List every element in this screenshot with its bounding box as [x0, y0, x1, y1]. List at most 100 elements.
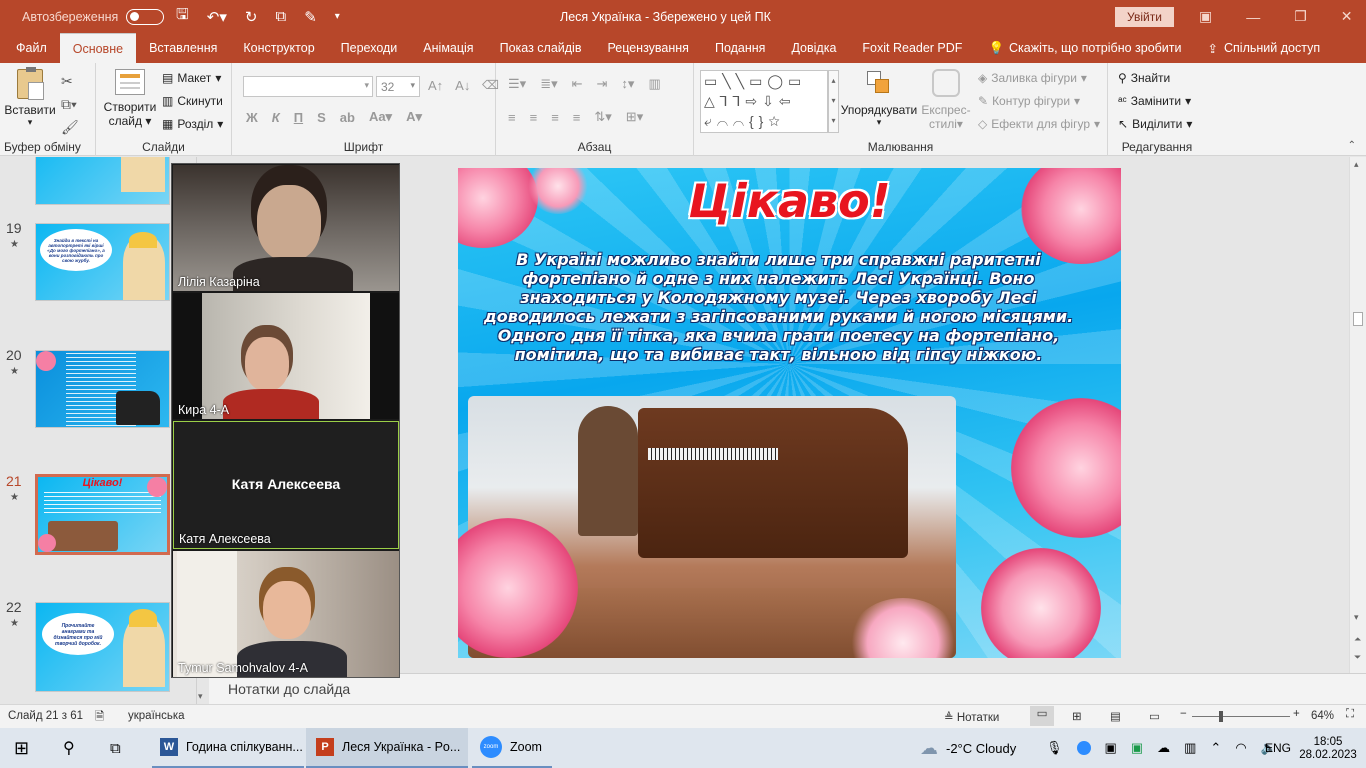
underline-button[interactable]: П	[294, 110, 303, 125]
tab-animations[interactable]: Анімація	[410, 33, 486, 63]
thumbnail-slide-21-selected[interactable]: Цікаво!	[35, 474, 170, 555]
shrink-font-icon[interactable]: A↓	[455, 78, 470, 93]
new-slide-button[interactable]: Створити слайд ▾	[102, 69, 158, 128]
thumbnail-slide-22[interactable]: Прочитайте анаграми та дізнайтеся про мі…	[35, 602, 170, 692]
tab-home[interactable]: Основне	[59, 33, 137, 63]
zoom-out-icon[interactable]: −	[1180, 708, 1187, 720]
text-direction-icon[interactable]: ⇅▾	[594, 109, 611, 125]
shapes-gallery[interactable]: ▭╲╲▭◯▭ △⅂⅂⇨⇩⇦ ⤶⌒⌒{}☆	[700, 70, 828, 133]
quick-styles-button[interactable]: Експрес- стилі▾	[918, 69, 974, 131]
slide-scrollbar[interactable]: ▴ ▾ ⏶ ⏷	[1349, 157, 1366, 673]
touch-mode-icon[interactable]: ✎	[304, 8, 317, 26]
columns-icon[interactable]: ▥	[648, 76, 660, 92]
tab-review[interactable]: Рецензування	[594, 33, 701, 63]
tab-file[interactable]: Файл	[0, 33, 60, 63]
font-color-icon[interactable]: A▾	[406, 109, 422, 125]
bold-button[interactable]: Ж	[246, 110, 258, 125]
clock[interactable]: 18:05 28.02.2023	[1299, 728, 1357, 768]
select-button[interactable]: ↖ Виділити ▾	[1118, 117, 1192, 131]
justify-icon[interactable]: ≡	[573, 110, 581, 125]
shape-outline-button[interactable]: ✎ Контур фігури ▾	[978, 94, 1080, 108]
zoom-in-icon[interactable]: +	[1293, 708, 1300, 720]
paste-button[interactable]: Вставити ▾	[4, 67, 56, 128]
weather-widget[interactable]: ☁ -2°C Cloudy	[920, 728, 1016, 768]
chevron-up-icon[interactable]: ⌃	[1210, 740, 1221, 756]
font-name-input[interactable]: ▾	[243, 76, 373, 97]
shape-fill-button[interactable]: ◈ Заливка фігури ▾	[978, 71, 1087, 85]
customize-qat-icon[interactable]: ▾	[335, 11, 340, 22]
input-language[interactable]: ENG	[1265, 728, 1291, 768]
strikethrough-button[interactable]: S	[317, 110, 326, 125]
search-button[interactable]: ⚲	[63, 728, 75, 768]
decrease-indent-icon[interactable]: ⇤	[572, 76, 583, 92]
prev-slide-icon[interactable]: ⏶	[1354, 634, 1361, 645]
network-tray-icon[interactable]: ▣	[1105, 740, 1117, 756]
ribbon-display-icon[interactable]: ▣	[1199, 8, 1212, 25]
spellcheck-icon[interactable]: 🗎	[95, 709, 104, 728]
increase-indent-icon[interactable]: ⇥	[597, 76, 608, 92]
normal-view-icon[interactable]: ▭	[1030, 706, 1054, 726]
copy-icon[interactable]: ⧉▾	[61, 93, 79, 116]
tab-design[interactable]: Конструктор	[230, 33, 327, 63]
video-tile[interactable]: Кира 4-А	[173, 293, 399, 419]
language-indicator[interactable]: українська	[128, 710, 185, 722]
reading-view-icon[interactable]: ▤	[1110, 709, 1121, 723]
taskbar-app-word[interactable]: W Година спілкуванн...	[152, 728, 304, 768]
video-tile[interactable]: Tymur Samohvalov 4-A	[173, 551, 399, 677]
line-spacing-icon[interactable]: ↕▾	[621, 76, 634, 92]
collapse-ribbon-icon[interactable]: ⌃	[1348, 140, 1356, 151]
wifi-icon[interactable]: ◠	[1235, 740, 1246, 756]
tab-transitions[interactable]: Переходи	[328, 33, 411, 63]
scroll-down-icon[interactable]: ▾	[1354, 612, 1359, 623]
slideshow-view-icon[interactable]: ▭	[1149, 709, 1160, 723]
share-button[interactable]: ⇪ Спільний доступ	[1195, 33, 1366, 63]
thumbnail-slide-20[interactable]	[35, 350, 170, 428]
minimize-icon[interactable]: —	[1246, 9, 1260, 25]
section-button[interactable]: ▦ Розділ ▾	[162, 117, 223, 131]
folder-tray-icon[interactable]: ▥	[1184, 740, 1196, 756]
tell-me-search[interactable]: 💡 Скажіть, що потрібно зробити	[975, 33, 1194, 63]
italic-button[interactable]: К	[272, 110, 280, 125]
char-spacing-icon[interactable]: ab	[340, 110, 355, 125]
format-painter-icon[interactable]: 🖌	[61, 116, 79, 139]
thumbnail-slide-19[interactable]: Знайди в тексті на автопортреті які вірш…	[35, 223, 170, 301]
save-icon[interactable]: 🖫	[176, 4, 189, 29]
align-left-icon[interactable]: ≡	[508, 110, 516, 125]
layout-button[interactable]: ▤ Макет ▾	[162, 71, 221, 85]
task-view-button[interactable]: ⧉	[110, 728, 121, 768]
video-tile-active[interactable]: Катя Алексеева Катя Алексеева	[173, 421, 399, 549]
taskbar-app-zoom[interactable]: zoom Zoom	[472, 728, 552, 768]
maximize-icon[interactable]: ❐	[1294, 8, 1307, 25]
notes-toggle[interactable]: ≜ Нотатки	[944, 710, 999, 724]
zoom-level[interactable]: 64%	[1311, 710, 1334, 722]
zoom-slider[interactable]	[1192, 711, 1290, 722]
video-tile[interactable]: Лілія Казаріна	[173, 165, 399, 291]
present-icon[interactable]: ⧉	[275, 8, 286, 25]
font-size-input[interactable]: 32 ▾	[376, 76, 420, 97]
tab-help[interactable]: Довідка	[778, 33, 849, 63]
reset-button[interactable]: ▥ Скинути	[162, 94, 223, 108]
tab-insert[interactable]: Вставлення	[136, 33, 230, 63]
arrange-button[interactable]: Упорядкувати ▾	[840, 69, 918, 128]
tab-slideshow[interactable]: Показ слайдів	[487, 33, 595, 63]
scroll-up-icon[interactable]: ▴	[1354, 159, 1359, 170]
shape-effects-button[interactable]: ◇ Ефекти для фігур ▾	[978, 117, 1100, 131]
signin-button[interactable]: Увійти	[1115, 6, 1174, 27]
thumbnail-slide-18[interactable]	[35, 157, 170, 205]
cut-icon[interactable]: ✂	[61, 70, 79, 93]
taskbar-app-powerpoint[interactable]: P Леся Українка - Po...	[306, 728, 468, 768]
fit-slide-icon[interactable]: ⛶	[1346, 708, 1354, 721]
onedrive-tray-icon[interactable]: ☁	[1157, 740, 1170, 756]
scroll-down-icon[interactable]: ▾	[198, 691, 203, 702]
grow-font-icon[interactable]: A↑	[428, 78, 443, 93]
current-slide[interactable]: Цікаво! В Україні можливо знайти лише тр…	[458, 168, 1121, 658]
start-button[interactable]: ⊞	[14, 728, 29, 768]
numbering-icon[interactable]: ≣▾	[540, 76, 557, 92]
change-case-icon[interactable]: Aa▾	[369, 109, 392, 125]
notes-placeholder[interactable]: Нотатки до слайда	[228, 681, 350, 697]
find-button[interactable]: ⚲ Знайти	[1118, 71, 1170, 85]
tab-view[interactable]: Подання	[702, 33, 778, 63]
zoom-slider-thumb[interactable]	[1219, 711, 1223, 722]
tab-foxit[interactable]: Foxit Reader PDF	[849, 33, 975, 63]
slide-sorter-icon[interactable]: ⊞	[1072, 709, 1082, 723]
